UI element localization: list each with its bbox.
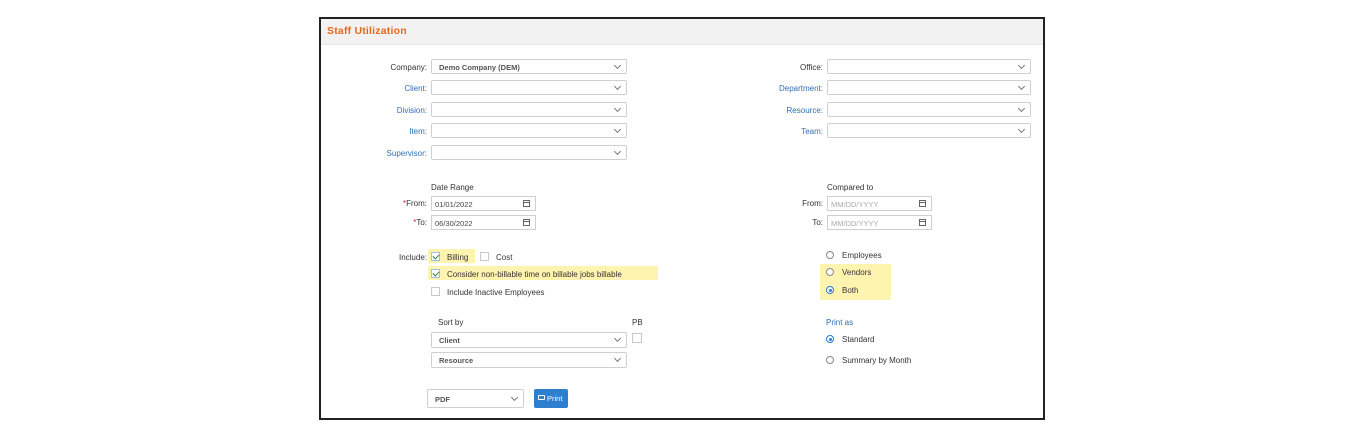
chevron-down-icon — [613, 354, 622, 363]
chevron-down-icon — [613, 147, 622, 156]
calendar-icon[interactable] — [919, 200, 926, 207]
vendors-label: Vendors — [842, 268, 872, 277]
office-select[interactable] — [827, 59, 1031, 74]
to-date-input[interactable]: 06/30/2022 — [431, 215, 536, 230]
inactive-employees-label: Include Inactive Employees — [447, 288, 545, 297]
compare-from-placeholder: MM/DD/YYYY — [831, 200, 879, 209]
chevron-down-icon — [613, 334, 622, 343]
staff-utilization-panel: Staff Utilization — [319, 17, 1045, 420]
to-label: *To: — [413, 218, 427, 227]
resource-select[interactable] — [827, 102, 1031, 117]
chevron-down-icon — [1017, 125, 1026, 134]
nonbillable-label: Consider non-billable time on billable j… — [447, 270, 622, 279]
client-label[interactable]: Client: — [371, 84, 427, 93]
team-select[interactable] — [827, 123, 1031, 138]
pb-heading: PB — [632, 318, 643, 327]
printer-icon — [538, 395, 545, 400]
summary-by-month-label: Summary by Month — [842, 356, 912, 365]
company-value: Demo Company (DEM) — [439, 63, 520, 72]
department-label[interactable]: Department: — [743, 84, 823, 93]
pb-checkbox[interactable] — [632, 333, 642, 343]
from-date-value: 01/01/2022 — [435, 200, 473, 209]
sort-first-select[interactable]: Client — [431, 332, 627, 348]
print-button-label: Print — [547, 394, 563, 403]
sort-second-value: Resource — [439, 356, 474, 365]
vendors-radio[interactable] — [826, 268, 834, 276]
chevron-down-icon — [613, 61, 622, 70]
calendar-icon[interactable] — [523, 200, 530, 207]
billing-label: Billing — [447, 253, 469, 262]
office-label: Office: — [800, 63, 823, 72]
calendar-icon[interactable] — [523, 219, 530, 226]
company-select[interactable]: Demo Company (DEM) — [431, 59, 627, 74]
standard-label: Standard — [842, 335, 875, 344]
output-format-value: PDF — [435, 395, 450, 404]
item-select[interactable] — [431, 123, 627, 138]
chevron-down-icon — [1017, 82, 1026, 91]
sort-first-value: Client — [439, 336, 460, 345]
print-as-heading: Print as — [826, 318, 854, 327]
standard-radio[interactable] — [826, 335, 834, 343]
nonbillable-checkbox[interactable] — [431, 269, 440, 278]
compare-to-label: To: — [812, 218, 823, 227]
supervisor-label[interactable]: Supervisor: — [361, 149, 427, 158]
chevron-down-icon — [613, 82, 622, 91]
employees-radio[interactable] — [826, 251, 834, 259]
compare-from-label: From: — [802, 199, 823, 208]
chevron-down-icon — [613, 125, 622, 134]
both-radio[interactable] — [826, 286, 834, 294]
panel-title: Staff Utilization — [327, 25, 407, 37]
both-label: Both — [842, 286, 859, 295]
print-button[interactable]: Print — [534, 389, 568, 408]
panel-header: Staff Utilization — [321, 19, 1043, 45]
supervisor-select[interactable] — [431, 145, 627, 160]
from-date-input[interactable]: 01/01/2022 — [431, 196, 536, 211]
cost-label: Cost — [496, 253, 513, 262]
department-select[interactable] — [827, 80, 1031, 95]
client-select[interactable] — [431, 80, 627, 95]
compare-from-date-input[interactable]: MM/DD/YYYY — [827, 196, 932, 211]
to-date-value: 06/30/2022 — [435, 219, 473, 228]
team-label[interactable]: Team: — [763, 127, 823, 136]
billing-checkbox[interactable] — [431, 252, 440, 261]
company-label: Company: — [390, 63, 427, 72]
compared-to-heading: Compared to — [827, 183, 874, 192]
summary-by-month-radio[interactable] — [826, 356, 834, 364]
chevron-down-icon — [613, 104, 622, 113]
division-label[interactable]: Division: — [371, 106, 427, 115]
from-label: *From: — [402, 199, 427, 208]
sort-second-select[interactable]: Resource — [431, 352, 627, 368]
calendar-icon[interactable] — [919, 219, 926, 226]
chevron-down-icon — [510, 393, 519, 402]
resource-label[interactable]: Resource: — [753, 106, 823, 115]
cost-checkbox[interactable] — [480, 252, 489, 261]
output-format-select[interactable]: PDF — [427, 389, 524, 408]
compare-to-placeholder: MM/DD/YYYY — [831, 219, 879, 228]
compare-to-date-input[interactable]: MM/DD/YYYY — [827, 215, 932, 230]
division-select[interactable] — [431, 102, 627, 117]
item-label[interactable]: Item: — [371, 127, 427, 136]
sort-by-heading: Sort by — [438, 318, 464, 327]
employees-label: Employees — [842, 251, 882, 260]
include-label: Include: — [398, 253, 427, 262]
inactive-employees-checkbox[interactable] — [431, 287, 440, 296]
chevron-down-icon — [1017, 61, 1026, 70]
chevron-down-icon — [1017, 104, 1026, 113]
date-range-heading: Date Range — [431, 183, 474, 192]
